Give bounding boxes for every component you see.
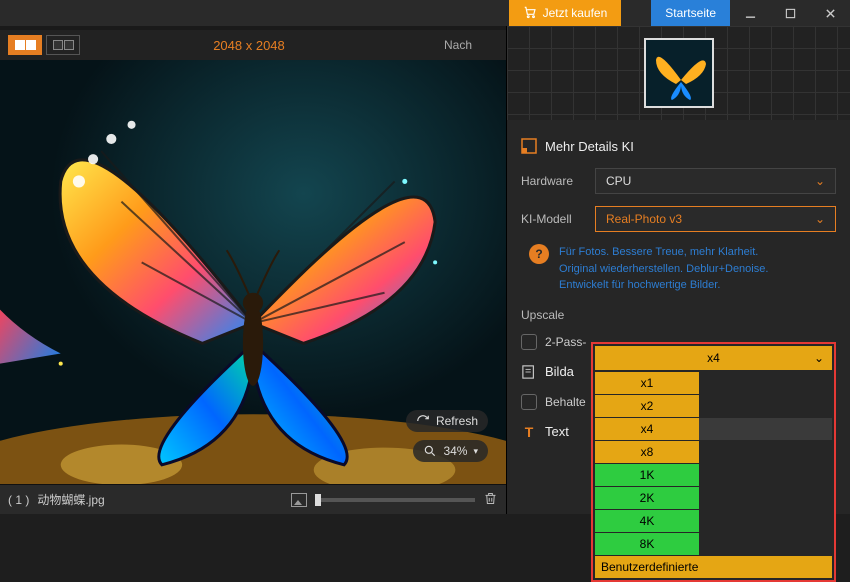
startpage-label: Startseite: [665, 6, 716, 20]
upscale-option-4k[interactable]: 4K: [595, 510, 699, 532]
upscale-option-x1[interactable]: x1: [595, 372, 699, 394]
chevron-down-icon: ⌄: [815, 212, 825, 226]
chevron-down-icon: ⌄: [815, 174, 825, 188]
model-select[interactable]: Real-Photo v3 ⌄: [595, 206, 836, 232]
upscale-option-x2[interactable]: x2: [595, 395, 699, 417]
upscale-option-2k[interactable]: 2K: [595, 487, 699, 509]
maximize-button[interactable]: [770, 0, 810, 26]
model-description: Für Fotos. Bessere Treue, mehr Klarheit.…: [559, 244, 768, 294]
model-value: Real-Photo v3: [606, 212, 682, 226]
twopass-checkbox[interactable]: [521, 334, 537, 350]
refresh-label: Refresh: [436, 414, 478, 428]
upscale-label: Upscale: [521, 308, 585, 322]
keep-checkbox[interactable]: [521, 394, 537, 410]
zoom-control[interactable]: 34% ▾: [413, 440, 488, 462]
after-label: Nach: [418, 38, 498, 52]
minimize-button[interactable]: [730, 0, 770, 26]
keep-label: Behalte: [545, 395, 586, 409]
thumbnail-size-slider[interactable]: [315, 498, 475, 502]
image-section-icon: [521, 364, 537, 380]
upscale-current[interactable]: x4 ⌄: [595, 346, 832, 370]
upscale-option-x4[interactable]: x4: [595, 418, 699, 440]
startpage-button[interactable]: Startseite: [651, 0, 730, 26]
details-icon: [521, 138, 537, 154]
view-mode-toggle: [8, 35, 80, 55]
text-section-icon: T: [521, 424, 537, 440]
zoom-value: 34%: [443, 444, 467, 458]
hardware-label: Hardware: [521, 174, 585, 188]
buy-label: Jetzt kaufen: [543, 6, 608, 20]
thumbnail-strip: [507, 26, 850, 120]
chevron-down-icon: ▾: [473, 446, 478, 457]
upscale-dropdown: x4 ⌄ x1 x2 x4 x8 1K 2K 4K 8K Benutzerdef…: [591, 342, 836, 582]
thumbnail[interactable]: [644, 38, 714, 108]
section-title: Mehr Details KI: [545, 139, 634, 154]
buy-button[interactable]: Jetzt kaufen: [509, 0, 622, 26]
upscale-option-1k[interactable]: 1K: [595, 464, 699, 486]
image-section-title: Bilda: [545, 364, 574, 379]
view-mode-split[interactable]: [8, 35, 42, 55]
refresh-button[interactable]: Refresh: [406, 410, 488, 432]
output-dimensions: 2048 x 2048: [86, 38, 412, 53]
close-button[interactable]: [810, 0, 850, 26]
text-section-title: Text: [545, 424, 569, 439]
cart-icon: [523, 5, 537, 22]
chevron-down-icon: ⌄: [814, 351, 824, 365]
file-index: ( 1 ): [8, 493, 29, 507]
upscale-option-custom[interactable]: Benutzerdefinierte: [595, 556, 832, 578]
delete-button[interactable]: [483, 491, 498, 509]
upscale-option-x8[interactable]: x8: [595, 441, 699, 463]
view-mode-single[interactable]: [46, 35, 80, 55]
image-icon: [291, 493, 307, 507]
hardware-value: CPU: [606, 174, 631, 188]
model-label: KI-Modell: [521, 212, 585, 226]
file-name: 动物蝴蝶.jpg: [37, 491, 104, 508]
upscale-option-8k[interactable]: 8K: [595, 533, 699, 555]
image-preview[interactable]: Refresh 34% ▾: [0, 60, 506, 484]
twopass-label: 2-Pass-: [545, 335, 586, 349]
help-icon[interactable]: ?: [529, 244, 549, 264]
hardware-select[interactable]: CPU ⌄: [595, 168, 836, 194]
